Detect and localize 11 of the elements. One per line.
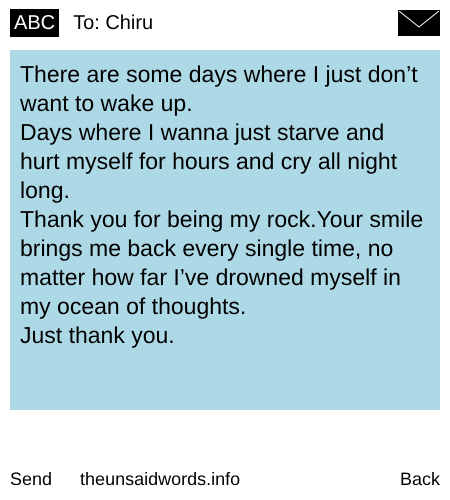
message-body[interactable]: [10, 50, 440, 410]
message-paragraph: There are some days where I just don’t want to wake up.: [20, 60, 419, 118]
recipient-label: To: Chiru: [73, 11, 154, 36]
message-paragraph: Just thank you.: [20, 321, 176, 350]
message-paragraph: Thank you for being my rock.Your smile brings me back every single time, no matter how far I’ve drowned myself in my ocean of thoughts.: [20, 205, 424, 321]
back-softkey[interactable]: Back: [400, 466, 440, 492]
message-paragraph: Days where I wanna just starve and hurt myself for hours and cry all night long.: [20, 118, 398, 205]
input-mode-indicator: ABC: [10, 9, 60, 37]
website-label: theunsaidwords.info: [80, 468, 240, 490]
envelope-icon: [398, 10, 440, 36]
send-softkey[interactable]: Send: [10, 466, 52, 492]
